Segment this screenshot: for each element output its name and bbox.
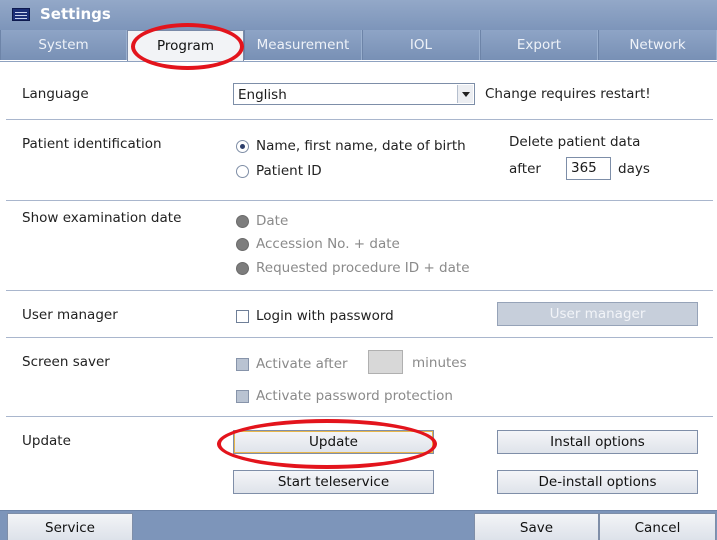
tab-network[interactable]: Network <box>598 30 717 60</box>
tab-label: IOL <box>409 37 433 53</box>
settings-panel: Language English Change requires restart… <box>0 61 717 510</box>
restart-note: Change requires restart! <box>485 86 651 102</box>
tab-export[interactable]: Export <box>480 30 598 60</box>
window-title: Settings <box>40 5 111 23</box>
tab-label: Network <box>629 37 686 53</box>
radio-procedure-id-label: Requested procedure ID + date <box>256 260 470 276</box>
save-button[interactable]: Save <box>474 513 599 540</box>
login-password-checkbox[interactable] <box>236 310 249 323</box>
service-button[interactable]: Service <box>7 513 133 540</box>
patient-identification-label: Patient identification <box>22 136 162 152</box>
radio-date[interactable] <box>236 215 249 228</box>
radio-accession[interactable] <box>236 238 249 251</box>
cancel-button[interactable]: Cancel <box>599 513 716 540</box>
divider <box>6 119 713 120</box>
radio-patient-id[interactable] <box>236 165 249 178</box>
tab-iol[interactable]: IOL <box>362 30 480 60</box>
deinstall-options-button[interactable]: De-install options <box>497 470 698 494</box>
install-options-button[interactable]: Install options <box>497 430 698 454</box>
tab-program[interactable]: Program <box>127 30 244 62</box>
update-label: Update <box>22 433 71 449</box>
minutes-label: minutes <box>412 355 467 371</box>
password-protection-label: Activate password protection <box>256 388 453 404</box>
tab-label: Export <box>516 37 562 53</box>
radio-procedure-id[interactable] <box>236 262 249 275</box>
radio-accession-label: Accession No. + date <box>256 236 400 252</box>
radio-name-dob-label: Name, first name, date of birth <box>256 138 466 154</box>
activate-after-checkbox[interactable] <box>236 358 249 371</box>
screen-saver-label: Screen saver <box>22 354 110 370</box>
divider <box>6 200 713 201</box>
tab-bar: System Program Measurement IOL Export Ne… <box>0 30 717 62</box>
minutes-input[interactable] <box>368 350 403 374</box>
examination-date-label: Show examination date <box>22 210 182 226</box>
language-value: English <box>238 87 287 103</box>
after-label: after <box>509 161 541 177</box>
language-select[interactable]: English <box>233 83 475 105</box>
chevron-down-icon[interactable] <box>457 85 473 103</box>
activate-after-label: Activate after <box>256 356 348 372</box>
tab-label: Measurement <box>256 37 350 53</box>
update-button[interactable]: Update <box>233 430 434 454</box>
radio-name-dob[interactable] <box>236 140 249 153</box>
login-password-label: Login with password <box>256 308 394 324</box>
start-teleservice-button[interactable]: Start teleservice <box>233 470 434 494</box>
language-label: Language <box>22 86 89 102</box>
bottom-bar: Service Save Cancel <box>0 510 717 540</box>
divider <box>6 416 713 417</box>
divider <box>6 290 713 291</box>
tab-label: System <box>38 37 89 53</box>
title-bar: Settings <box>0 0 717 30</box>
tab-measurement[interactable]: Measurement <box>244 30 362 60</box>
zeiss-logo-icon <box>12 8 30 21</box>
user-manager-button[interactable]: User manager <box>497 302 698 326</box>
days-input[interactable]: 365 <box>566 157 611 180</box>
tab-system[interactable]: System <box>0 30 127 60</box>
radio-patient-id-label: Patient ID <box>256 163 322 179</box>
delete-patient-data-label: Delete patient data <box>509 134 641 150</box>
radio-date-label: Date <box>256 213 289 229</box>
divider <box>6 337 713 338</box>
days-label: days <box>618 161 650 177</box>
password-protection-checkbox[interactable] <box>236 390 249 403</box>
tab-label: Program <box>157 38 214 54</box>
user-manager-label: User manager <box>22 307 118 323</box>
